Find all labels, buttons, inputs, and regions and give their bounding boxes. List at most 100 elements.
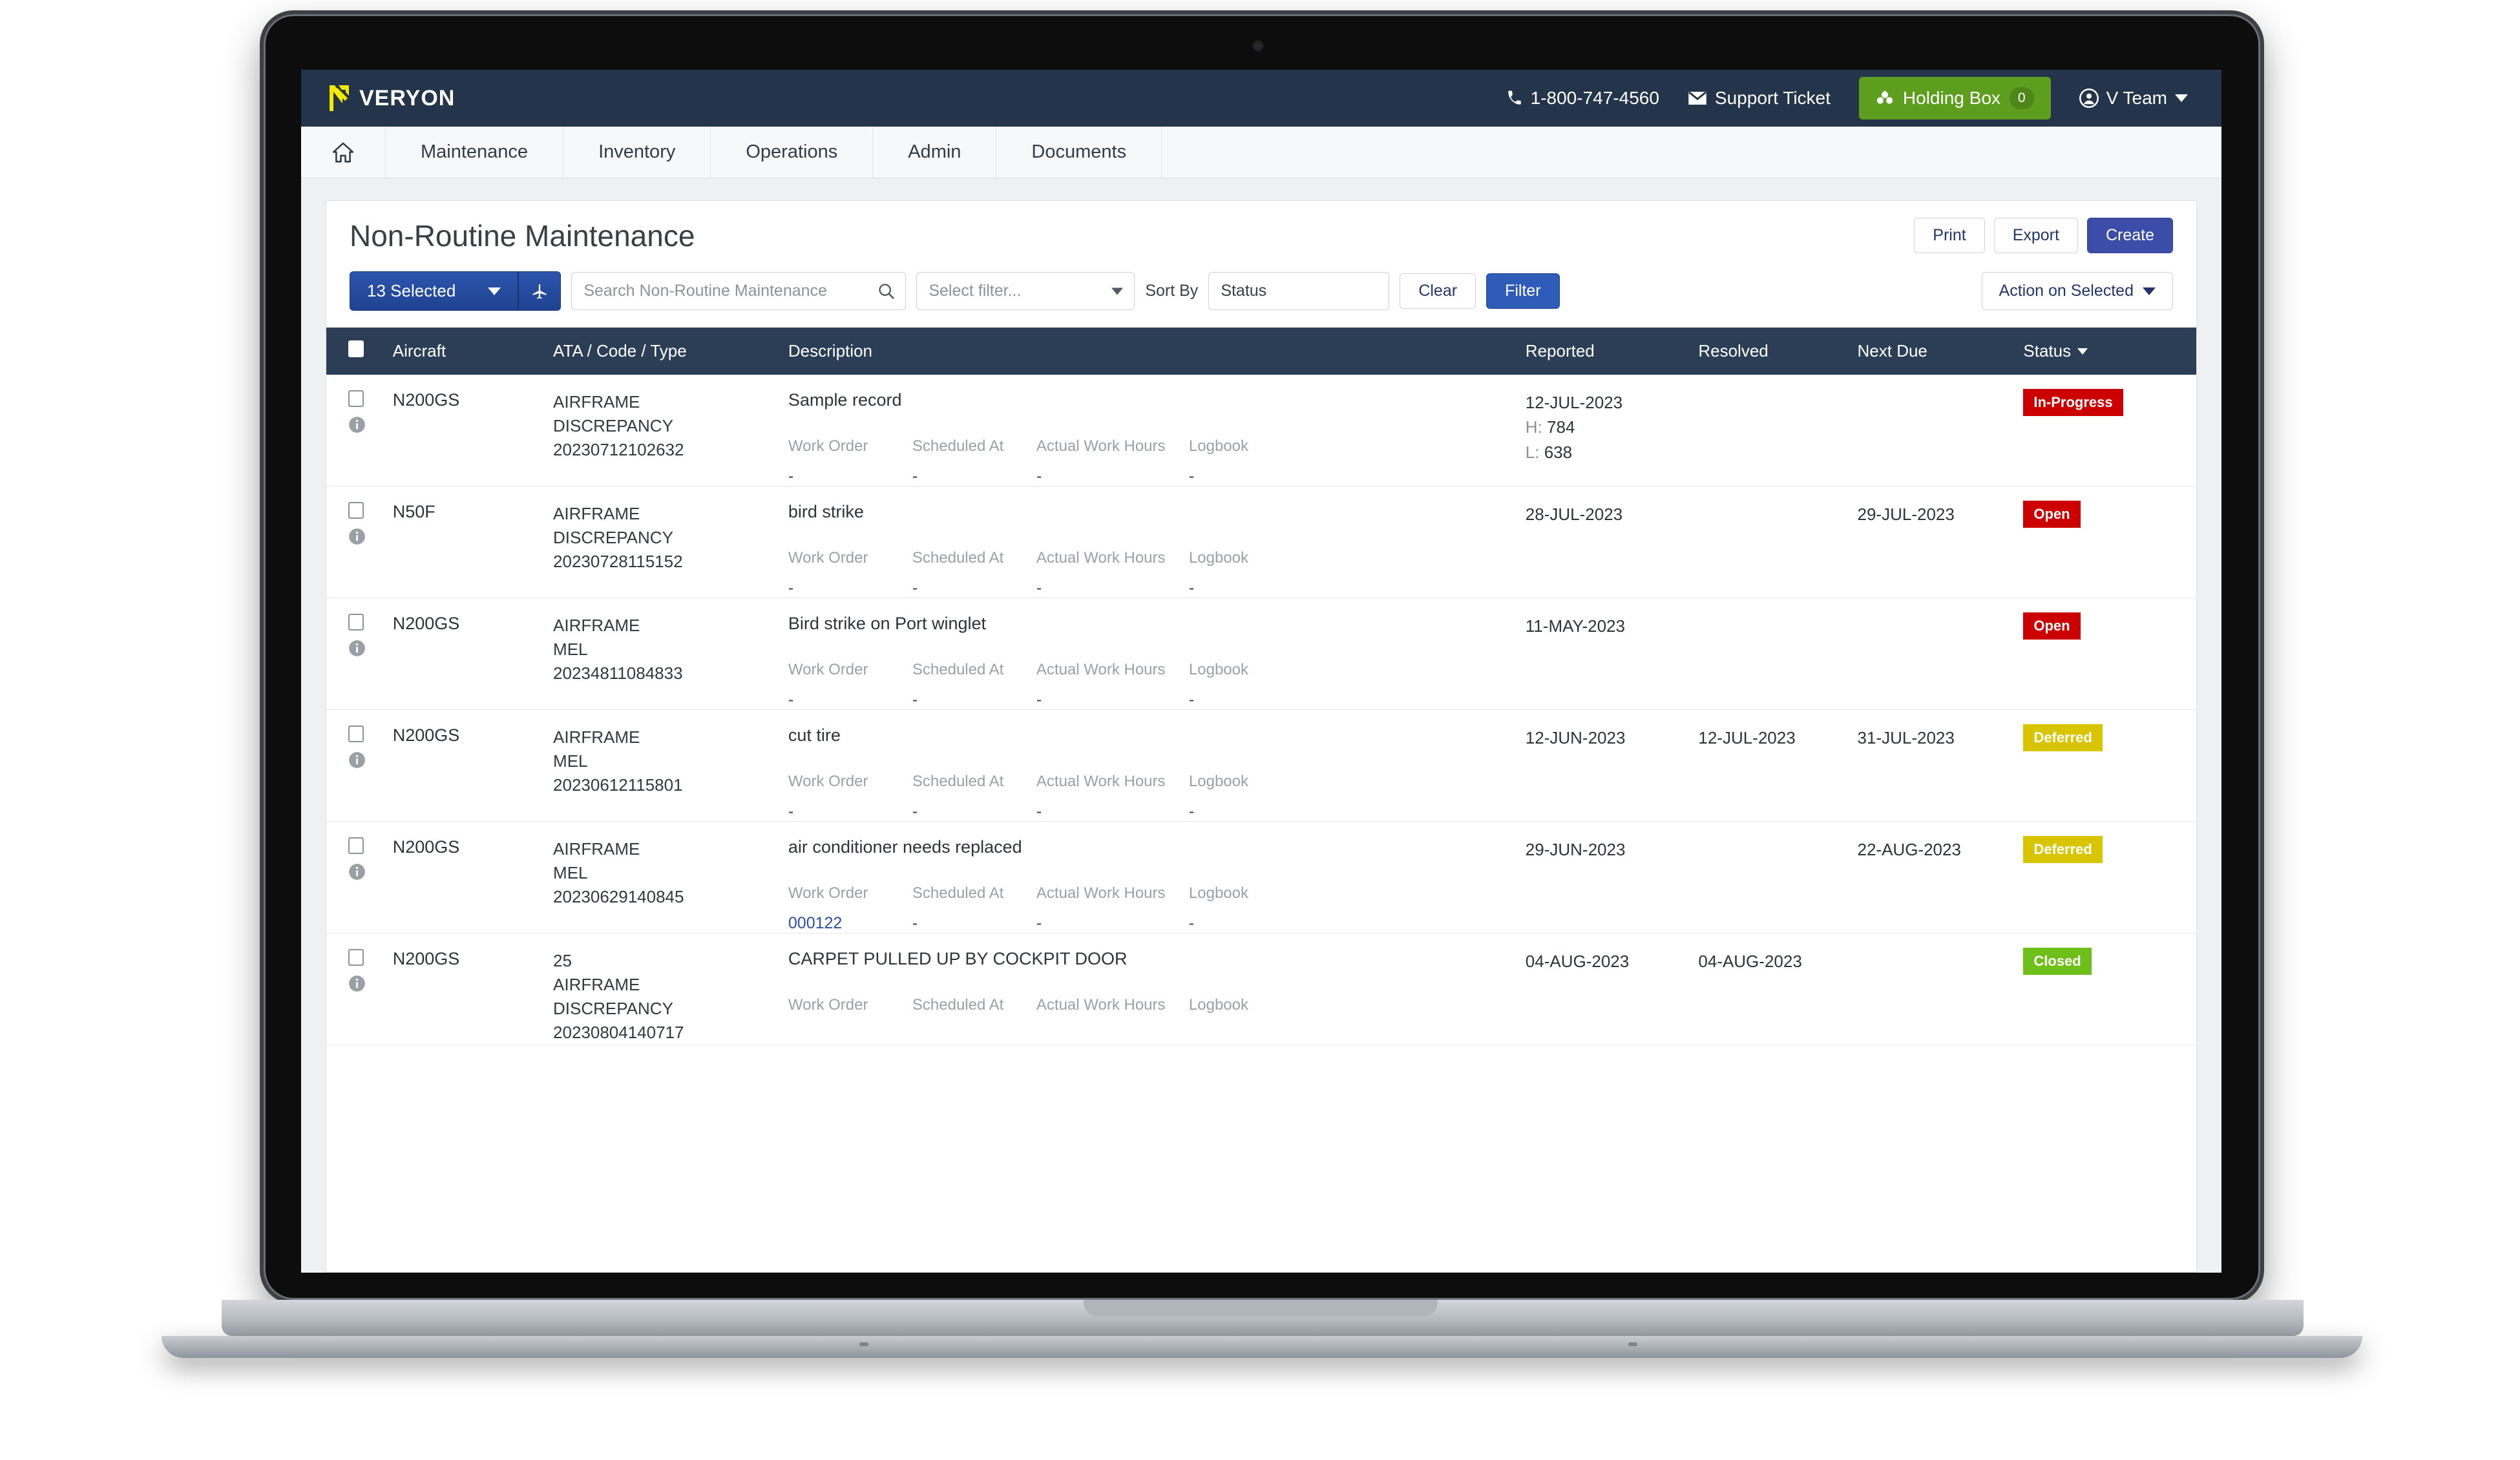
nav-item-documents[interactable]: Documents — [996, 127, 1162, 178]
ata-code: AIRFRAME — [553, 616, 640, 635]
row-checkbox[interactable] — [348, 725, 364, 742]
table-row[interactable]: N200GS AIRFRAME MEL 20230612115801 cut tire W… — [326, 710, 2196, 822]
content-area: Non-Routine Maintenance Print Export Cre… — [301, 178, 2221, 1273]
subfield-label: Scheduled At — [912, 661, 1004, 678]
subfield-label: Logbook — [1188, 549, 1248, 567]
status-badge: In-Progress — [2023, 389, 2123, 416]
sort-by-input[interactable] — [1208, 272, 1390, 310]
ata-record-number: 20230629140845 — [553, 886, 684, 906]
ata-record-number: 20230712102632 — [553, 439, 684, 459]
status-badge: Open — [2023, 501, 2081, 528]
nav-item-maintenance[interactable]: Maintenance — [386, 127, 564, 178]
header-ata[interactable]: ATA / Code / Type — [553, 328, 788, 375]
table-row[interactable]: N200GS AIRFRAME DISCREPANCY 20230712102632 S… — [326, 375, 2196, 486]
reported-value: 12-JUN-2023 — [1525, 728, 1626, 747]
filter-button[interactable]: Filter — [1486, 273, 1560, 309]
veryon-logo[interactable]: VERYON — [328, 84, 455, 112]
subfield: Work Order - — [788, 549, 912, 598]
row-checkbox[interactable] — [348, 390, 364, 407]
table-row[interactable]: N200GS 25 AIRFRAME DISCREPANCY 2023080414071… — [326, 933, 2196, 1045]
subfield-value: - — [1188, 467, 1195, 485]
cell-reported: 04-AUG-2023 — [1526, 933, 1699, 1045]
select-all-checkbox[interactable] — [348, 340, 364, 357]
nav-item-operations[interactable]: Operations — [711, 127, 874, 178]
cell-ata: AIRFRAME MEL 20234811084833 — [553, 598, 788, 710]
clear-button[interactable]: Clear — [1400, 273, 1476, 309]
row-checkbox[interactable] — [348, 502, 364, 519]
search-input[interactable] — [571, 272, 907, 310]
export-button[interactable]: Export — [1993, 218, 2078, 253]
table-row[interactable]: N50F AIRFRAME DISCREPANCY 20230728115152 bir… — [326, 486, 2196, 598]
holding-box-button[interactable]: Holding Box 0 — [1858, 77, 2051, 120]
subfield: Actual Work Hours - — [1036, 437, 1189, 486]
subfield-label: Scheduled At — [912, 773, 1004, 790]
description-subfields: Work Order - Scheduled At - Actual Work Hour… — [788, 773, 1526, 821]
action-on-selected-label: Action on Selected — [1999, 282, 2134, 300]
table-row[interactable]: N200GS AIRFRAME MEL 20230629140845 air condi… — [326, 822, 2196, 933]
ata-type: DISCREPANCY — [553, 527, 673, 547]
nav-item-admin[interactable]: Admin — [873, 127, 997, 178]
header-next-due[interactable]: Next Due — [1857, 328, 2024, 375]
resolved-value: 12-JUL-2023 — [1698, 728, 1796, 747]
header-resolved[interactable]: Resolved — [1698, 328, 1858, 375]
nav-item-inventory[interactable]: Inventory — [563, 127, 711, 178]
info-icon[interactable] — [348, 416, 366, 433]
cell-aircraft: N200GS — [393, 822, 553, 933]
cell-status: Deferred — [2023, 710, 2196, 822]
info-icon[interactable] — [348, 863, 366, 881]
search-icon[interactable] — [877, 282, 896, 300]
header-status[interactable]: Status — [2023, 328, 2196, 375]
row-checkbox[interactable] — [348, 837, 364, 854]
info-icon[interactable] — [348, 751, 366, 769]
app-screen: VERYON 1-800-747-4560 Support Ticket Hol… — [301, 70, 2221, 1273]
row-select-cell — [326, 933, 393, 1045]
status-badge: Deferred — [2023, 724, 2103, 751]
selected-count-button[interactable]: 13 Selected — [350, 271, 519, 311]
holding-box-count: 0 — [2009, 87, 2034, 109]
user-name: V Team — [2106, 87, 2167, 108]
cell-ata: AIRFRAME DISCREPANCY 20230728115152 — [553, 486, 788, 598]
cell-next-due — [1858, 598, 2024, 710]
reported-value: 11-MAY-2023 — [1525, 616, 1625, 636]
support-ticket-link[interactable]: Support Ticket — [1688, 88, 1831, 109]
subfield-label: Actual Work Hours — [1036, 661, 1166, 678]
subfield-value: - — [1036, 802, 1042, 820]
table-row[interactable]: N200GS AIRFRAME MEL 20234811084833 Bird stri… — [326, 598, 2196, 710]
toolbar-right-group: Action on Selected — [1981, 272, 2173, 310]
subfield: Actual Work Hours - — [1036, 661, 1189, 709]
subfield-label: Actual Work Hours — [1036, 437, 1166, 455]
header-aircraft[interactable]: Aircraft — [392, 328, 554, 375]
description-value: cut tire — [788, 725, 841, 745]
print-button[interactable]: Print — [1914, 218, 1985, 253]
subfield-value[interactable]: 000122 — [788, 914, 912, 933]
row-checkbox[interactable] — [348, 949, 364, 966]
description-subfields: Work Order Scheduled At Actual Work Hours L… — [788, 996, 1526, 1026]
chevron-down-icon — [2175, 94, 2188, 102]
aircraft-filter-button[interactable] — [518, 271, 562, 311]
row-checkbox[interactable] — [348, 614, 364, 631]
cell-description: Sample record Work Order - Scheduled At - Act… — [788, 375, 1526, 486]
header-reported[interactable]: Reported — [1525, 328, 1699, 375]
user-menu[interactable]: V Team — [2079, 88, 2188, 109]
nav-item-home[interactable] — [301, 127, 386, 178]
description-value: bird strike — [788, 502, 864, 521]
cell-next-due: 31-JUL-2023 — [1858, 710, 2024, 822]
create-button[interactable]: Create — [2086, 218, 2173, 253]
filter-select[interactable]: Select filter... — [916, 272, 1135, 310]
info-icon[interactable] — [348, 528, 366, 545]
info-icon[interactable] — [348, 975, 366, 992]
ata-value: AIRFRAME MEL 20234811084833 — [553, 598, 788, 685]
ata-code: AIRFRAME — [553, 727, 640, 747]
home-icon — [332, 142, 354, 162]
ata-type: MEL — [553, 751, 588, 771]
action-on-selected-button[interactable]: Action on Selected — [1981, 272, 2173, 310]
phone-link[interactable]: 1-800-747-4560 — [1506, 88, 1659, 109]
phone-number: 1-800-747-4560 — [1530, 87, 1659, 108]
subfield-value: - — [1188, 914, 1195, 932]
subfield: Actual Work Hours - — [1036, 549, 1189, 598]
ata-type: DISCREPANCY — [553, 998, 673, 1018]
ata-type: MEL — [553, 862, 588, 882]
header-description[interactable]: Description — [788, 328, 1526, 375]
info-icon[interactable] — [348, 640, 366, 657]
ata-type: MEL — [553, 639, 588, 659]
